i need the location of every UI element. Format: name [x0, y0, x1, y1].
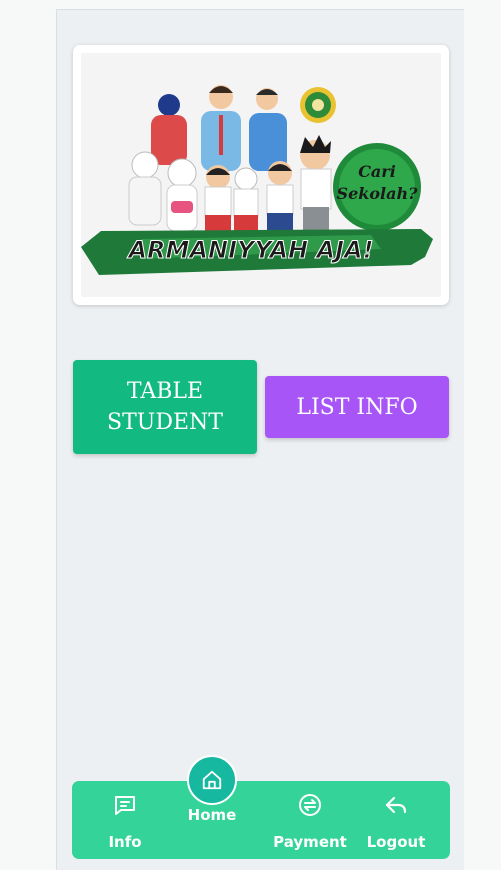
- banner-card: Cari Sekolah? ARMANIYYAH AJA!: [73, 45, 449, 305]
- nav-item-info[interactable]: Info: [90, 781, 160, 859]
- table-student-button[interactable]: TABLE STUDENT: [73, 360, 257, 454]
- table-student-label: TABLE STUDENT: [107, 379, 223, 435]
- bubble-text-2: Sekolah?: [337, 184, 419, 203]
- list-info-button[interactable]: LIST INFO: [265, 376, 449, 438]
- home-icon: [202, 770, 222, 790]
- reply-icon: [385, 796, 407, 814]
- bubble-text-1: Cari: [358, 162, 396, 181]
- nav-item-payment[interactable]: Payment: [268, 781, 352, 859]
- home-active-indicator: [187, 755, 237, 805]
- nav-label-payment: Payment: [273, 833, 347, 851]
- nav-label-logout: Logout: [366, 833, 426, 851]
- list-info-label: LIST INFO: [296, 394, 418, 420]
- nav-item-logout[interactable]: Logout: [360, 781, 432, 859]
- app-screen: Cari Sekolah? ARMANIYYAH AJA! TABLE STUD…: [56, 9, 464, 870]
- nav-item-home[interactable]: Home: [171, 755, 253, 859]
- nav-label-home: Home: [187, 806, 237, 824]
- nav-label-info: Info: [108, 833, 142, 851]
- message-square-icon: [115, 796, 135, 815]
- bottom-nav: Info Home Payment Logout: [72, 755, 450, 859]
- banner-text: ARMANIYYAH AJA!: [126, 236, 373, 264]
- banner-image: Cari Sekolah? ARMANIYYAH AJA!: [81, 53, 441, 297]
- exchange-circle-icon: [299, 794, 321, 816]
